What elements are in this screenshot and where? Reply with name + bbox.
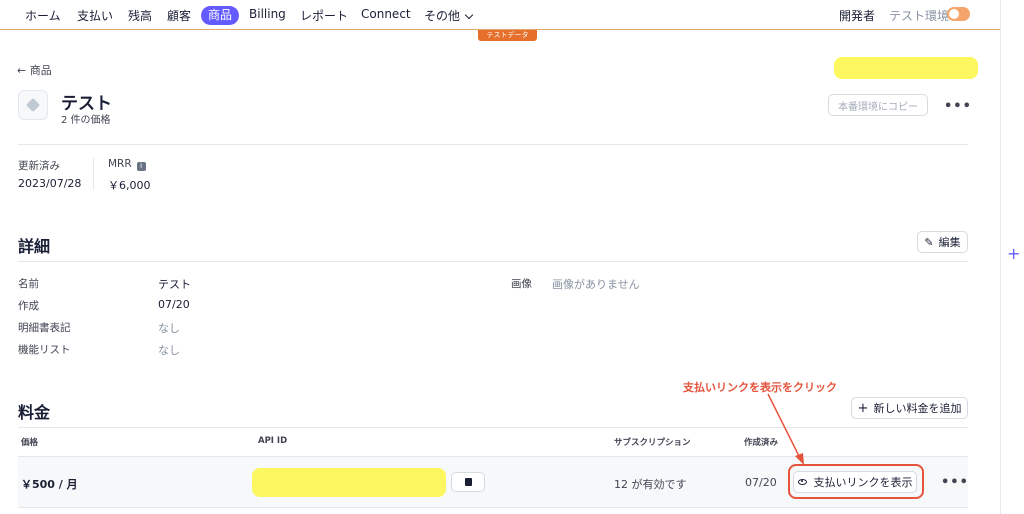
developer-link[interactable]: 開発者 xyxy=(839,7,875,24)
nav-customers[interactable]: 顧客 xyxy=(167,7,191,24)
column-header-price: 価格 xyxy=(21,438,39,448)
detail-value-created: 07/20 xyxy=(158,298,190,311)
view-payment-link-label: 支払いリンクを表示 xyxy=(813,476,913,489)
divider xyxy=(18,261,968,262)
column-header-subscriptions: サブスクリプション xyxy=(614,438,691,448)
detail-label-name: 名前 xyxy=(18,278,39,290)
test-data-badge: テストデータ xyxy=(478,30,537,41)
summary-separator xyxy=(93,158,94,190)
edit-button[interactable]: ✎ 編集 xyxy=(917,231,968,253)
pencil-icon: ✎ xyxy=(924,235,934,249)
column-header-api-id: API ID xyxy=(258,436,288,446)
detail-label-created: 作成 xyxy=(18,300,39,312)
cube-icon xyxy=(25,97,41,113)
more-menu-button[interactable]: ••• xyxy=(944,99,972,114)
nav-balances[interactable]: 残高 xyxy=(128,7,152,24)
copy-api-id-button[interactable] xyxy=(451,472,485,492)
updated-label: 更新済み xyxy=(18,160,60,172)
nav-connect[interactable]: Connect xyxy=(361,7,411,21)
back-link[interactable]: ← 商品 xyxy=(17,62,52,78)
eye-icon xyxy=(797,479,807,485)
detail-value-features: なし xyxy=(158,344,180,357)
copy-to-live-button[interactable]: 本番環境にコピー xyxy=(828,94,928,116)
pricing-heading: 料金 xyxy=(18,403,51,422)
add-price-label: 新しい料金を追加 xyxy=(873,402,962,415)
created-value: 07/20 xyxy=(745,476,777,489)
detail-label-features: 機能リスト xyxy=(18,344,71,356)
plus-icon[interactable]: + xyxy=(1007,244,1020,263)
edit-button-label: 編集 xyxy=(938,236,961,249)
product-image xyxy=(18,90,48,120)
redacted-api-id xyxy=(252,468,446,497)
detail-value-name: テスト xyxy=(158,278,191,291)
mrr-label: MRR xyxy=(108,158,132,170)
mrr-label-wrap: MRR i xyxy=(108,158,146,171)
nav-home[interactable]: ホーム xyxy=(25,7,61,24)
nav-billing[interactable]: Billing xyxy=(249,7,286,21)
detail-value-statement: なし xyxy=(158,322,180,335)
image-label: 画像 xyxy=(511,278,532,290)
redacted-area xyxy=(834,57,978,79)
price-count: 2 件の価格 xyxy=(61,115,111,126)
updated-value: 2023/07/28 xyxy=(18,177,82,190)
nav-more[interactable]: その他 xyxy=(424,7,474,24)
detail-label-statement: 明細書表記 xyxy=(18,322,71,334)
image-value: 画像がありません xyxy=(552,278,640,291)
view-payment-link-button[interactable]: 支払いリンクを表示 xyxy=(793,471,917,493)
nav-more-label: その他 xyxy=(424,9,461,23)
info-icon[interactable]: i xyxy=(136,162,146,171)
test-env-label: テスト環境 xyxy=(889,9,950,23)
test-env-toggle[interactable] xyxy=(947,7,970,21)
top-nav: ホーム 支払い 残高 顧客 商品 Billing レポート Connect その… xyxy=(0,0,1000,30)
nav-reports[interactable]: レポート xyxy=(300,7,348,24)
details-heading: 詳細 xyxy=(18,237,51,256)
divider xyxy=(18,427,968,428)
add-price-button[interactable]: + 新しい料金を追加 xyxy=(851,397,968,419)
subscriptions-value: 12 が有効です xyxy=(614,478,687,491)
clipboard-icon xyxy=(464,478,472,486)
plus-icon: + xyxy=(857,400,869,416)
row-more-button[interactable]: ••• xyxy=(941,475,969,490)
chevron-down-icon xyxy=(464,10,474,20)
nav-products[interactable]: 商品 xyxy=(201,6,239,25)
annotation-arrow xyxy=(767,393,804,465)
divider xyxy=(18,144,968,145)
mrr-value: ￥6,000 xyxy=(108,179,151,192)
nav-payments[interactable]: 支払い xyxy=(77,7,113,24)
price-value: ￥500 / 月 xyxy=(21,478,78,491)
